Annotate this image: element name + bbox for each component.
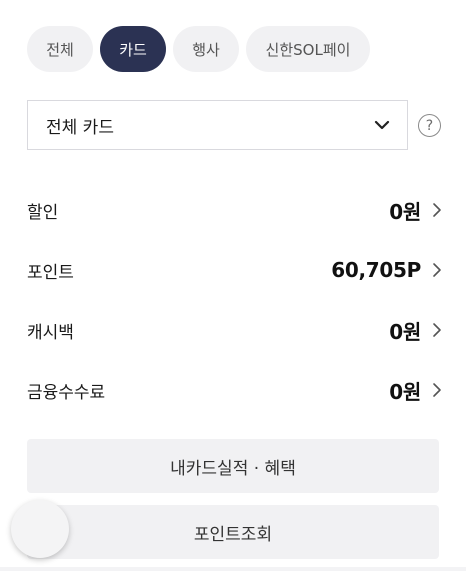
- help-icon-symbol: ?: [425, 117, 434, 134]
- row-cashback-value: 0원: [389, 319, 421, 344]
- row-cashback[interactable]: 캐시백 0원: [27, 300, 443, 360]
- card-performance-label: 내카드실적 · 혜택: [170, 458, 296, 479]
- row-discount-right: 0원: [389, 196, 443, 225]
- row-discount-label: 할인: [27, 202, 59, 223]
- chevron-right-icon: [433, 203, 441, 217]
- tab-event-label: 행사: [192, 40, 220, 59]
- tab-all[interactable]: 전체: [27, 26, 93, 72]
- row-points-label: 포인트: [27, 262, 74, 283]
- tab-card-label: 카드: [119, 40, 147, 59]
- card-filter-value: 전체 카드: [46, 117, 114, 138]
- row-financial-fee-right: 0원: [389, 376, 443, 405]
- row-cashback-label: 캐시백: [27, 322, 74, 343]
- tab-sol-pay[interactable]: 신한SOL페이: [246, 26, 370, 72]
- point-inquiry-button[interactable]: 포인트조회: [27, 505, 439, 559]
- tab-card[interactable]: 카드: [100, 26, 166, 72]
- point-inquiry-label: 포인트조회: [193, 524, 273, 545]
- tab-sol-pay-label: 신한SOL페이: [265, 40, 351, 59]
- bottom-divider: [0, 567, 466, 571]
- chevron-right-icon: [433, 263, 441, 277]
- row-financial-fee[interactable]: 금융수수료 0원: [27, 360, 443, 420]
- row-points-value: 60,705P: [331, 258, 421, 282]
- row-points[interactable]: 포인트 60,705P: [27, 240, 443, 300]
- row-financial-fee-value: 0원: [389, 379, 421, 404]
- row-cashback-right: 0원: [389, 316, 443, 345]
- help-icon[interactable]: ?: [418, 114, 441, 137]
- benefits-screen: 전체 카드 행사 신한SOL페이 전체 카드 ? 할인 0원 포인트 60,70…: [0, 0, 466, 571]
- row-financial-fee-label: 금융수수료: [27, 382, 106, 403]
- category-tabs: 전체 카드 행사 신한SOL페이: [27, 26, 370, 72]
- benefit-summary-list: 할인 0원 포인트 60,705P 캐시백 0원 금융수수료 0원: [27, 180, 443, 420]
- card-filter-dropdown[interactable]: 전체 카드: [27, 100, 408, 150]
- chevron-down-icon: [374, 120, 390, 130]
- row-discount[interactable]: 할인 0원: [27, 180, 443, 240]
- card-performance-button[interactable]: 내카드실적 · 혜택: [27, 439, 439, 493]
- tab-all-label: 전체: [46, 40, 74, 59]
- row-discount-value: 0원: [389, 199, 421, 224]
- chevron-right-icon: [433, 383, 441, 397]
- tab-event[interactable]: 행사: [173, 26, 239, 72]
- floating-action-button[interactable]: [11, 500, 69, 558]
- chevron-right-icon: [433, 323, 441, 337]
- row-points-right: 60,705P: [331, 258, 443, 282]
